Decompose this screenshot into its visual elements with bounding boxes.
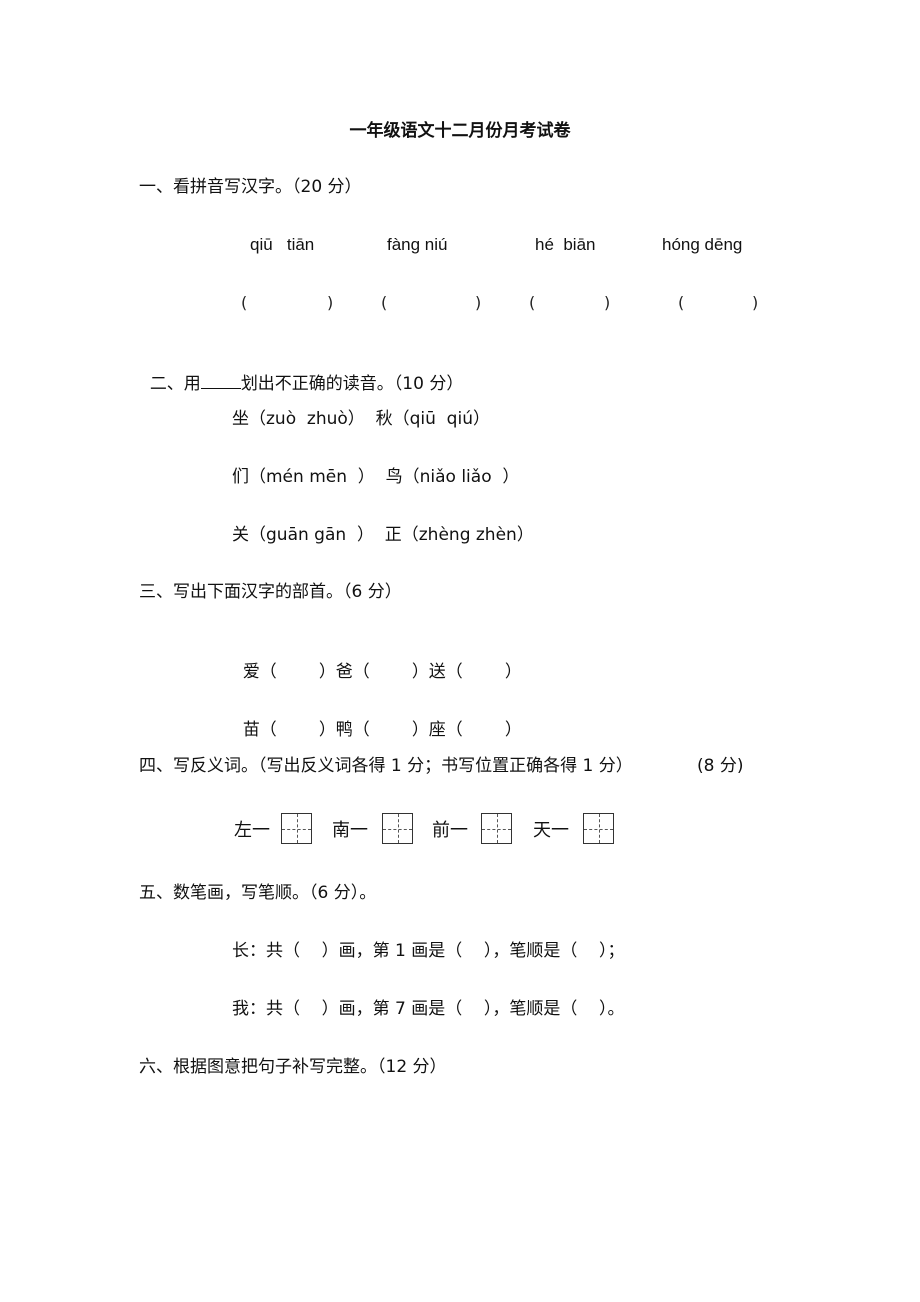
answer-blank-3-close: ) xyxy=(604,293,611,312)
section-2-heading-suffix: 划出不正确的读音。（10 分） xyxy=(240,374,464,394)
section-3-heading: 三、写出下面汉字的部首。（6 分） xyxy=(139,582,402,602)
radical-item: ）送（ xyxy=(411,662,463,682)
answer-blank-2-open: ( xyxy=(381,293,388,312)
radical-row-1: 爱（ ）爸（ ）送（ ） xyxy=(232,639,522,683)
section-4-score: (8 分) xyxy=(697,756,744,776)
section-2-heading-prefix: 二、用 xyxy=(149,374,201,394)
radical-item: ） xyxy=(504,662,522,682)
stroke-line-1: 长：共（ ）画，第 1 画是（ ），笔顺是（ ）； xyxy=(232,941,625,961)
section-1-heading: 一、看拼音写汉字。（20 分） xyxy=(139,177,362,197)
antonym-item-1: 左一 xyxy=(234,820,270,841)
reading-line-3: 关（guān gān ） 正（zhèng zhèn） xyxy=(232,525,534,545)
radical-item: ）鸭（ xyxy=(318,720,370,740)
writing-grid-box-3[interactable] xyxy=(481,813,512,844)
section-6-heading: 六、根据图意把句子补写完整。（12 分） xyxy=(139,1057,447,1077)
writing-grid-box-4[interactable] xyxy=(583,813,614,844)
answer-blank-3-open: ( xyxy=(529,293,536,312)
answer-blank-1-open: ( xyxy=(241,293,248,312)
writing-grid-box-2[interactable] xyxy=(382,813,413,844)
section-4-heading: 四、写反义词。（写出反义词各得 1 分；书写位置正确各得 1 分） xyxy=(139,756,633,776)
section-5-heading: 五、数笔画，写笔顺。（6 分）。 xyxy=(139,883,377,903)
pinyin-1: qiū tiān xyxy=(250,235,315,254)
pinyin-4: hóng dēng xyxy=(662,235,743,254)
stroke-line-2: 我：共（ ）画，第 7 画是（ ），笔顺是（ ）。 xyxy=(232,999,625,1019)
writing-grid-box-1[interactable] xyxy=(281,813,312,844)
antonym-item-3: 前一 xyxy=(432,820,468,841)
section-2-heading: 二、用 划出不正确的读音。（10 分） xyxy=(139,350,464,395)
antonym-item-2: 南一 xyxy=(332,820,368,841)
radical-item: ）座（ xyxy=(411,720,463,740)
radical-item: ） xyxy=(504,720,522,740)
radical-item: 爱（ xyxy=(242,662,277,682)
answer-blank-2-close: ) xyxy=(475,293,482,312)
answer-blank-1-close: ) xyxy=(327,293,334,312)
antonym-item-4: 天一 xyxy=(533,820,569,841)
exam-title: 一年级语文十二月份月考试卷 xyxy=(349,121,571,141)
radical-item: 苗（ xyxy=(242,720,277,740)
reading-line-1: 坐（zuò zhuò） 秋（qiū qiú） xyxy=(232,409,490,429)
pinyin-2: fàng niú xyxy=(387,235,448,254)
answer-blank-4-open: ( xyxy=(678,293,685,312)
reading-line-2: 们（mén mēn ） 鸟（niǎo liǎo ） xyxy=(232,467,520,487)
radical-row-2: 苗（ ）鸭（ ）座（ ） xyxy=(232,697,522,741)
answer-blank-4-close: ) xyxy=(752,293,759,312)
underline-mark xyxy=(200,372,241,389)
radical-item: ）爸（ xyxy=(318,662,370,682)
pinyin-3: hé biān xyxy=(535,235,596,254)
